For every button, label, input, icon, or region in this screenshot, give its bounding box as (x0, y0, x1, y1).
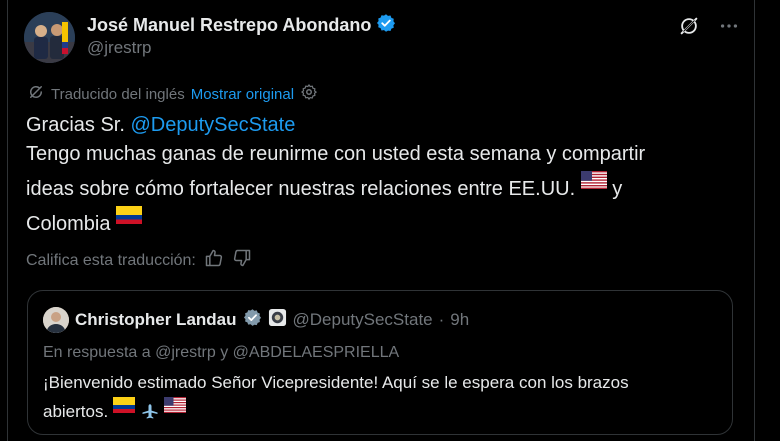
verified-badge-icon (376, 13, 396, 38)
thumbs-up-icon[interactable] (204, 248, 224, 273)
quoted-line-2: abiertos. (43, 395, 713, 427)
quoted-author-avatar[interactable] (43, 307, 69, 333)
quoted-colombia-flag-icon (112, 395, 135, 420)
timeline-right-border (754, 0, 755, 441)
quoted-tweet-card[interactable]: Christopher Landau @DeputySecState · 9h … (27, 290, 733, 435)
author-handle[interactable]: @jrestrp (87, 38, 152, 58)
quoted-line-1: ¡Bienvenido estimado Señor Vicepresident… (43, 373, 629, 392)
thumbs-down-icon[interactable] (232, 248, 252, 273)
tweet-line-1: Gracias Sr. @DeputySecState (26, 111, 726, 140)
grok-icon[interactable] (676, 13, 702, 39)
translation-settings-gear-icon[interactable] (300, 83, 318, 105)
government-affiliation-icon (268, 308, 287, 332)
quoted-author-handle[interactable]: @DeputySecState (293, 310, 433, 330)
show-original-link[interactable]: Mostrar original (191, 86, 294, 103)
tweet-line-3: ideas sobre cómo fortalecer nuestras rel… (26, 169, 726, 204)
tweet-line-1-text: Gracias Sr. (26, 114, 131, 136)
rate-translation-label: Califica esta traducción: (26, 251, 196, 269)
quoted-timestamp[interactable]: 9h (450, 310, 469, 330)
mention-link[interactable]: @DeputySecState (130, 114, 295, 136)
author-avatar[interactable] (24, 12, 75, 63)
us-flag-icon (580, 169, 607, 198)
translation-label: Traducido del inglés (51, 85, 185, 103)
translate-icon (27, 83, 45, 105)
tweet-line-4-text: Colombia (26, 213, 111, 235)
quoted-author-name[interactable]: Christopher Landau (75, 310, 237, 330)
quoted-us-flag-icon (164, 395, 187, 420)
reply-context: En respuesta a @jrestrp y @ABDELAESPRIEL… (43, 344, 400, 361)
tweet-line-4: Colombia (26, 204, 726, 239)
timeline-left-border (7, 0, 8, 441)
quoted-line-2-text: abiertos. (43, 402, 109, 421)
author-display-name[interactable]: José Manuel Restrepo Abondano (87, 15, 371, 36)
dot-separator: · (438, 310, 445, 329)
tweet-line-3-text: ideas sobre cómo fortalecer nuestras rel… (26, 178, 576, 200)
quoted-verified-badge-icon (243, 308, 262, 332)
airplane-icon (140, 402, 160, 427)
quoted-tweet-body: ¡Bienvenido estimado Señor Vicepresident… (43, 370, 713, 427)
tweet-line-3-suffix: y (612, 178, 623, 200)
more-horizontal-icon[interactable] (716, 13, 742, 39)
colombia-flag-icon (116, 204, 143, 233)
tweet-line-2: Tengo muchas ganas de reunirme con usted… (26, 143, 646, 165)
tweet-body: Gracias Sr. @DeputySecState Tengo muchas… (26, 111, 726, 239)
